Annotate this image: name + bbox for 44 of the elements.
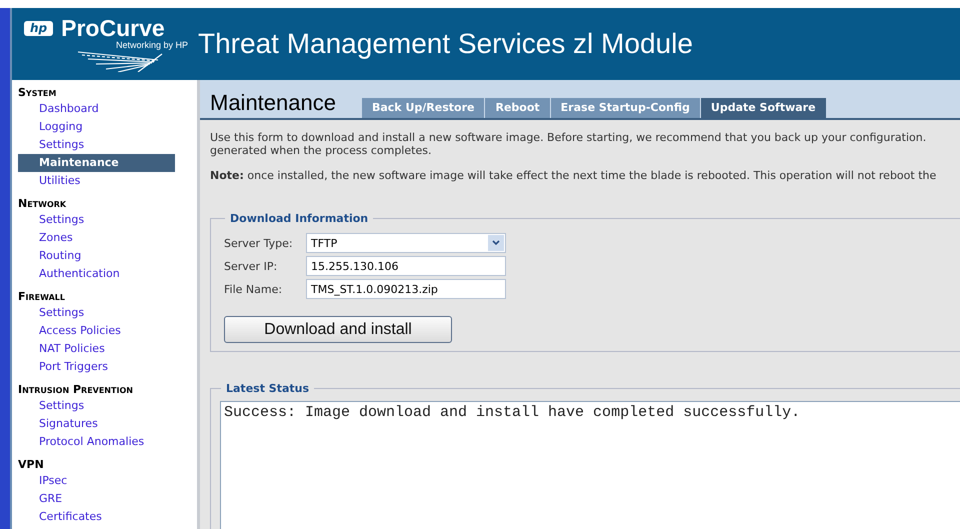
- nav-section-heading: Network: [18, 197, 68, 211]
- panel-legend: Latest Status: [221, 382, 314, 395]
- input-field[interactable]: TMS_ST.1.0.090213.zip: [306, 279, 506, 299]
- chevron-down-icon: [492, 240, 500, 246]
- nav-link[interactable]: Authentication: [18, 265, 175, 283]
- download-and-install-button[interactable]: Download and install: [224, 316, 452, 343]
- panel-legend: Download Information: [225, 212, 374, 225]
- server-type-dropdown[interactable]: TFTP: [306, 233, 506, 253]
- nav-section-heading: VPN: [18, 458, 45, 472]
- page-title: Maintenance: [210, 90, 336, 116]
- nav-link[interactable]: Settings: [18, 211, 175, 229]
- app-title: Threat Management Services zl Module: [198, 28, 693, 60]
- input-field[interactable]: 15.255.130.106: [306, 256, 506, 276]
- status-text-area[interactable]: Success: Image download and install have completed successfully.: [220, 401, 960, 529]
- nav-section-heading: System: [18, 86, 58, 100]
- nav-link[interactable]: Zones: [18, 229, 175, 247]
- nav-link[interactable]: Settings: [18, 397, 175, 415]
- nav-section-heading: Firewall: [18, 290, 66, 304]
- brand-name: ProCurve: [61, 16, 165, 40]
- tab[interactable]: Update Software: [700, 98, 827, 118]
- nav-link[interactable]: Maintenance: [18, 154, 175, 172]
- nav-link[interactable]: IPsec: [18, 472, 175, 490]
- description-text: Use this form to download and install a new software image. Before starting, we recommend that you back up your configuration.: [209, 131, 928, 144]
- nav-link[interactable]: NAT Policies: [18, 340, 175, 358]
- nav-link[interactable]: Protocol Anomalies: [18, 433, 175, 451]
- nav-link[interactable]: Routing: [18, 247, 175, 265]
- nav-link[interactable]: Settings: [18, 304, 175, 322]
- nav-section-heading: Intrusion Prevention: [18, 383, 134, 397]
- hp-logo-badge: hp: [24, 20, 54, 36]
- nav-link[interactable]: Dashboard: [18, 100, 175, 118]
- note-text: Note: once installed, the new software image will take effect the next time the blade is rebooted. This operation will not reboot the: [209, 169, 938, 182]
- nav-link[interactable]: Port Triggers: [18, 358, 175, 376]
- nav-link[interactable]: Logging: [18, 118, 175, 136]
- nav-link[interactable]: Utilities: [18, 172, 175, 190]
- nav-link[interactable]: Settings: [18, 136, 175, 154]
- field-label: Server Type:: [224, 236, 294, 250]
- nav-link[interactable]: Access Policies: [18, 322, 175, 340]
- nav-link[interactable]: Signatures: [18, 415, 175, 433]
- nav-link[interactable]: GRE: [18, 490, 175, 508]
- brand-tagline: Networking by HP: [116, 40, 190, 50]
- field-label: Server IP:: [224, 260, 278, 272]
- nav-link[interactable]: Certificates: [18, 508, 175, 526]
- field-label: File Name:: [224, 282, 284, 296]
- description-text: generated when the process completes.: [209, 144, 432, 157]
